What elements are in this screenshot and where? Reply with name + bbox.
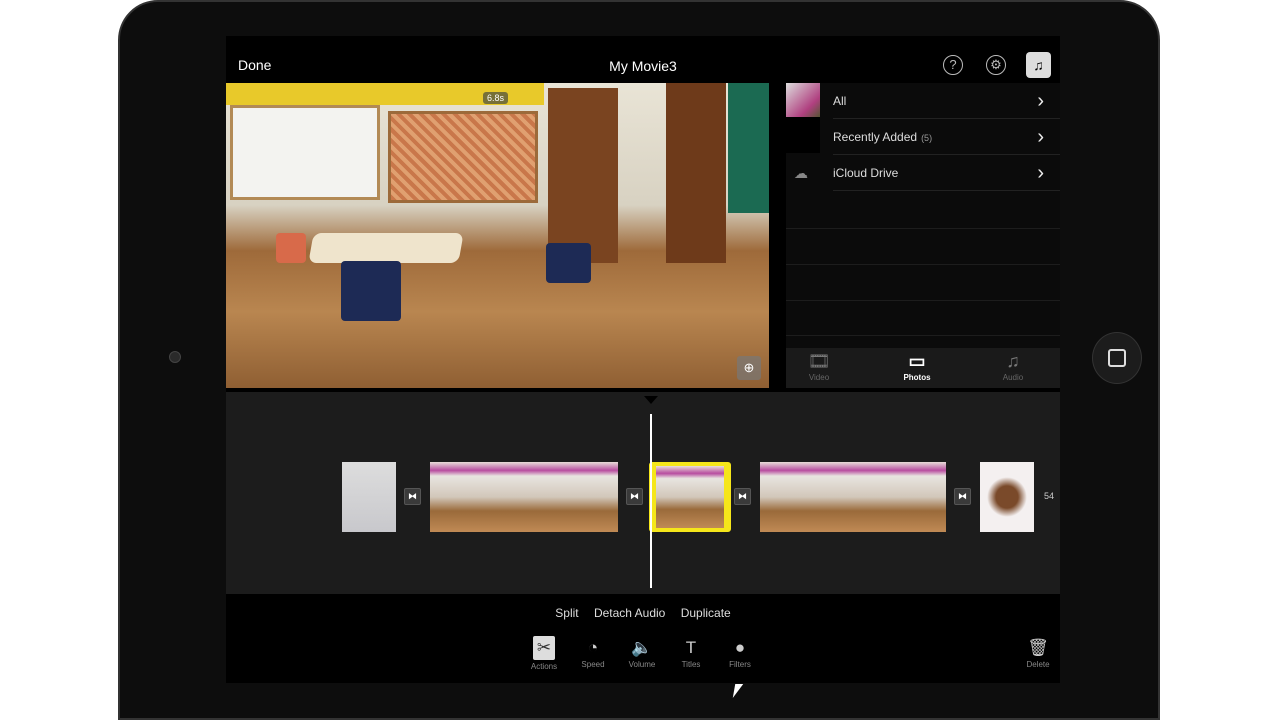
project-title: My Movie3 bbox=[609, 58, 677, 74]
browser-item-icloud-drive[interactable]: iCloud Drive › bbox=[833, 155, 1060, 191]
film-icon: 🎞 bbox=[807, 351, 831, 371]
tool-label: Delete bbox=[1026, 660, 1050, 669]
detach-audio-button[interactable]: Detach Audio bbox=[594, 606, 665, 620]
timeline-clip[interactable] bbox=[760, 462, 946, 532]
duplicate-button[interactable]: Duplicate bbox=[681, 606, 731, 620]
delete-button[interactable]: 🗑 Delete bbox=[1018, 636, 1058, 669]
tab-label: Audio bbox=[1002, 373, 1024, 382]
scene-whiteboard bbox=[230, 105, 380, 200]
home-icon bbox=[1108, 349, 1126, 367]
chevron-right-icon: › bbox=[1037, 162, 1044, 184]
video-viewer[interactable]: 6.8s ⊕ bbox=[226, 83, 769, 388]
tool-filters[interactable]: ● Filters bbox=[720, 636, 760, 669]
imovie-screen: Done My Movie3 ? ⚙ ♫ 6.8s ⊕ All › Recentl… bbox=[226, 36, 1060, 683]
tab-audio[interactable]: ♫ Audio bbox=[983, 351, 1043, 382]
tool-speed[interactable]: ◔ Speed bbox=[573, 636, 613, 669]
scene-table bbox=[308, 233, 464, 263]
scene-chalkboard bbox=[728, 83, 769, 213]
photos-icon: ▭ bbox=[908, 351, 926, 371]
timeline-clip-selected[interactable] bbox=[649, 462, 731, 532]
transition-icon[interactable]: ⧓ bbox=[626, 488, 643, 505]
transition-icon[interactable]: ⧓ bbox=[404, 488, 421, 505]
scene-bulletin bbox=[388, 111, 538, 203]
magnifier-plus-icon[interactable]: ⊕ bbox=[737, 356, 761, 380]
divider bbox=[786, 335, 1060, 336]
clip-actions: Split Detach Audio Duplicate bbox=[226, 606, 1060, 620]
item-label: All bbox=[833, 94, 847, 108]
transition-icon[interactable]: ⧓ bbox=[734, 488, 751, 505]
gear-icon[interactable]: ⚙ bbox=[986, 55, 1006, 75]
clip-duration-badge: 6.8s bbox=[483, 92, 509, 104]
clip-end-label: 54 bbox=[1044, 491, 1055, 501]
question-circle-icon[interactable]: ? bbox=[943, 55, 963, 75]
scissors-icon: ✂ bbox=[533, 636, 555, 660]
split-button[interactable]: Split bbox=[555, 606, 578, 620]
timeline-clip[interactable] bbox=[342, 462, 396, 532]
cloud-icon: ☁ bbox=[794, 165, 808, 181]
scene-chair bbox=[341, 261, 401, 321]
divider bbox=[786, 264, 1060, 265]
timeline-clip[interactable] bbox=[980, 462, 1034, 532]
chevron-right-icon: › bbox=[1037, 126, 1044, 148]
browser-item-recently-added[interactable]: Recently Added (5) › bbox=[833, 119, 1060, 155]
scene-door bbox=[548, 88, 618, 263]
top-bar: Done My Movie3 ? ⚙ ♫ bbox=[226, 36, 1060, 82]
scene-door bbox=[666, 83, 726, 263]
tool-label: Filters bbox=[729, 660, 751, 669]
item-label: Recently Added bbox=[833, 130, 918, 144]
filters-icon: ● bbox=[734, 638, 746, 657]
tab-video[interactable]: 🎞 Video bbox=[789, 351, 849, 382]
text-icon: T bbox=[685, 638, 697, 657]
timeline[interactable]: ⧓ ⧓ ⧓ ⧓ 54 bbox=[226, 392, 1060, 594]
front-camera bbox=[169, 351, 181, 363]
item-count: (5) bbox=[921, 133, 933, 143]
browser-item-all[interactable]: All › bbox=[833, 83, 1060, 119]
playhead[interactable] bbox=[650, 414, 652, 588]
home-button[interactable] bbox=[1092, 332, 1142, 384]
tool-label: Volume bbox=[628, 660, 656, 669]
timeline-clip[interactable] bbox=[430, 462, 618, 532]
tab-photos[interactable]: ▭ Photos bbox=[887, 351, 947, 382]
item-label: iCloud Drive bbox=[833, 166, 899, 180]
chevron-right-icon: › bbox=[1037, 90, 1044, 112]
media-tabs: 🎞 Video ▭ Photos ♫ Audio bbox=[786, 348, 1060, 388]
media-browser: All › Recently Added (5) › ☁ iCloud Drive › … bbox=[786, 83, 1060, 388]
tool-volume[interactable]: 🔈 Volume bbox=[622, 636, 662, 669]
transition-icon[interactable]: ⧓ bbox=[954, 488, 971, 505]
trash-icon: 🗑 bbox=[1027, 638, 1049, 657]
media-library-icon[interactable]: ♫ bbox=[1026, 52, 1051, 78]
tab-label: Video bbox=[808, 373, 830, 382]
album-thumbnail bbox=[786, 117, 820, 153]
tool-label: Speed bbox=[581, 660, 605, 669]
divider bbox=[786, 228, 1060, 229]
tool-actions[interactable]: ✂ Actions bbox=[524, 636, 564, 671]
playhead-marker bbox=[644, 396, 658, 404]
tool-label: Titles bbox=[681, 660, 701, 669]
album-thumbnail bbox=[786, 83, 820, 117]
music-note-icon: ♫ bbox=[1006, 351, 1020, 371]
divider bbox=[786, 300, 1060, 301]
scene-chair bbox=[276, 233, 306, 263]
speedometer-icon: ◔ bbox=[587, 638, 599, 657]
speaker-icon: 🔈 bbox=[631, 638, 653, 657]
tool-label: Actions bbox=[530, 662, 558, 671]
tool-titles[interactable]: T Titles bbox=[671, 636, 711, 669]
tab-label: Photos bbox=[903, 373, 931, 382]
scene-chair bbox=[546, 243, 591, 283]
